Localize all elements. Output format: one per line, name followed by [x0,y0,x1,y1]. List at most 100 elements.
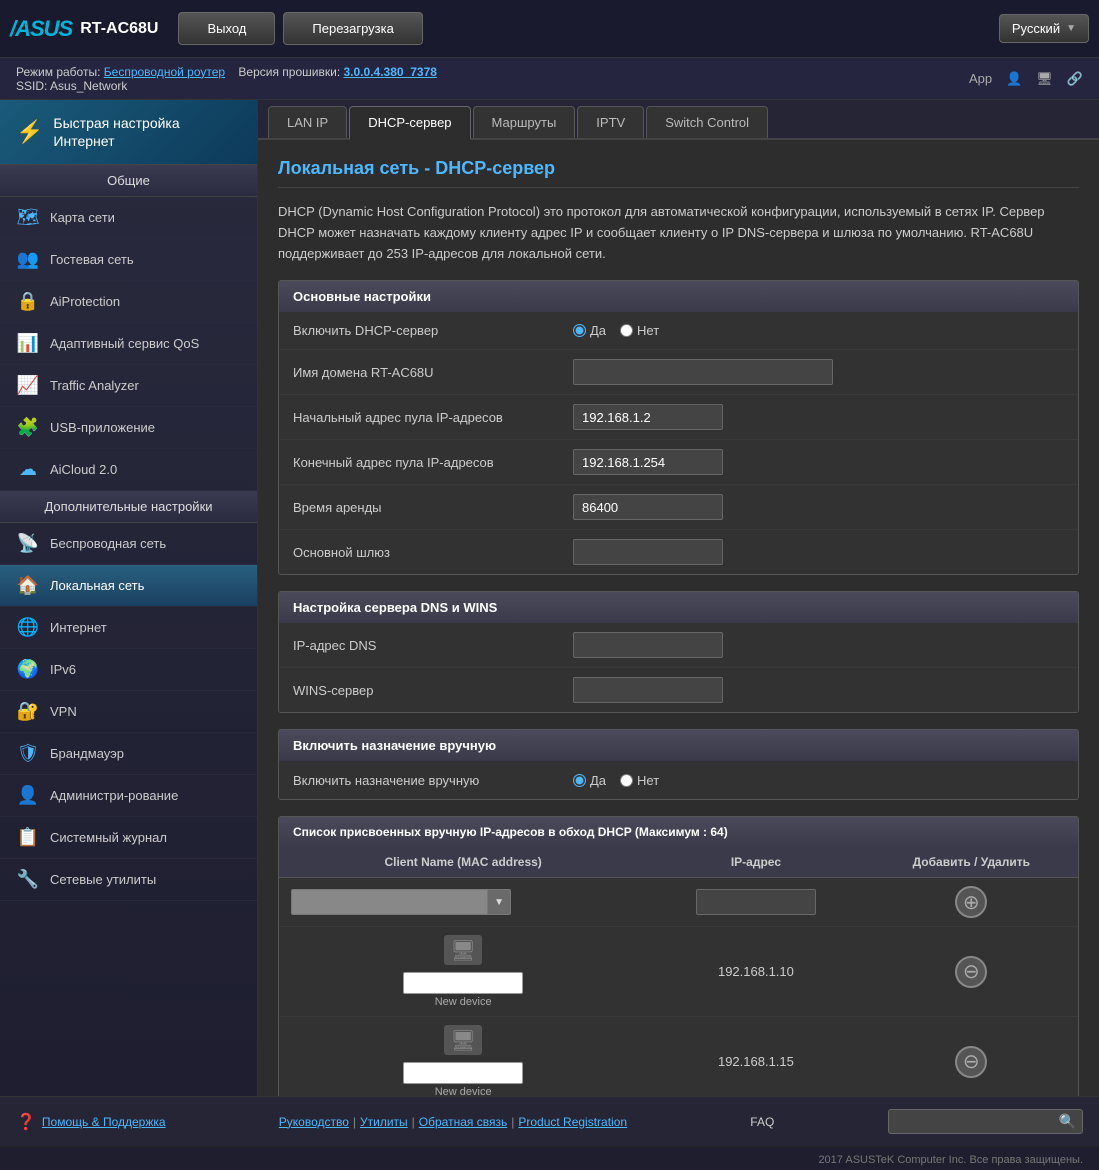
footer-search[interactable]: 🔍 [888,1109,1083,1134]
lan-icon: 🏠 [16,575,40,596]
sidebar-item-admin[interactable]: 👤 Администри-рование [0,775,257,817]
wins-label: WINS-сервер [293,683,573,698]
monitor-icon[interactable]: 🖥 [1036,71,1053,87]
dhcp-yes-radio[interactable] [573,324,586,337]
firmware-value[interactable]: 3.0.0.4.380_7378 [344,65,437,79]
gateway-input[interactable] [573,539,723,565]
dns-ip-label: IP-адрес DNS [293,638,573,653]
manual-assignment-body: Включить назначение вручную Да Нет [279,761,1078,799]
footer-search-input[interactable] [895,1115,1055,1129]
mode-value[interactable]: Беспроводной роутер [104,65,225,79]
table-row-empty: ▼ ⊕ [279,878,1078,927]
logout-button[interactable]: Выход [178,12,275,45]
manual-no-radio[interactable] [620,774,633,787]
pool-start-input[interactable] [573,404,723,430]
device-table: Client Name (MAC address) IP-адрес Добав… [279,847,1078,1096]
sidebar-item-usb-app-label: USB-приложение [50,420,155,435]
sidebar-item-tools[interactable]: 🔧 Сетевые утилиты [0,859,257,901]
aiprotection-icon: 🔒 [16,291,40,312]
dhcp-enable-label: Включить DHCP-сервер [293,323,573,338]
vpn-icon: 🔐 [16,701,40,722]
search-icon[interactable]: 🔍 [1059,1113,1076,1130]
lease-time-input[interactable] [573,494,723,520]
device1-name-input[interactable] [403,972,523,994]
top-buttons: Выход Перезагрузка [178,12,998,45]
sidebar-item-syslog[interactable]: 📋 Системный журнал [0,817,257,859]
device1-ip-cell: 192.168.1.10 [647,927,864,1017]
sidebar: ⚡ Быстрая настройка Интернет Общие 🗺 Кар… [0,100,258,1096]
tab-switch-control[interactable]: Switch Control [646,106,768,138]
device2-name-input[interactable] [403,1062,523,1084]
pool-end-row: Конечный адрес пула IP-адресов [279,440,1078,485]
remove-device1-button[interactable]: ⊖ [955,956,987,988]
product-link[interactable]: Product Registration [518,1115,627,1129]
sidebar-item-usb-app[interactable]: 🧩 USB-приложение [0,407,257,449]
language-selector[interactable]: Русский ▼ [999,14,1089,43]
dns-ip-input[interactable] [573,632,723,658]
gateway-control [573,539,723,565]
sidebar-item-aicloud[interactable]: ☁ AiCloud 2.0 [0,449,257,491]
reboot-button[interactable]: Перезагрузка [283,12,422,45]
col-client-header: Client Name (MAC address) [279,847,647,878]
language-label: Русский [1012,21,1060,36]
dhcp-no-radio[interactable] [620,324,633,337]
sidebar-item-guest-network[interactable]: 👥 Гостевая сеть [0,239,257,281]
sep2: | [412,1115,415,1129]
help-label[interactable]: Помощь & Поддержка [42,1115,166,1129]
sidebar-item-qos[interactable]: 📊 Адаптивный сервис QoS [0,323,257,365]
help-icon[interactable]: ❓ [16,1112,36,1132]
sidebar-item-wireless[interactable]: 📡 Беспроводная сеть [0,523,257,565]
tab-routes[interactable]: Маршруты [473,106,576,138]
utils-link[interactable]: Утилиты [360,1115,408,1129]
pool-start-control [573,404,723,430]
sidebar-item-aiprotection[interactable]: 🔒 AiProtection [0,281,257,323]
sidebar-item-ipv6[interactable]: 🌍 IPv6 [0,649,257,691]
pool-end-input[interactable] [573,449,723,475]
ip-address-input[interactable] [696,889,816,915]
domain-name-input[interactable] [573,359,833,385]
quick-setup-label: Быстрая настройка Интернет [53,114,241,150]
sidebar-item-qos-label: Адаптивный сервис QoS [50,336,199,351]
manual-yes-option[interactable]: Да [573,773,606,788]
dhcp-no-option[interactable]: Нет [620,323,659,338]
sidebar-item-lan[interactable]: 🏠 Локальная сеть [0,565,257,607]
manual-yes-radio[interactable] [573,774,586,787]
manual-no-option[interactable]: Нет [620,773,659,788]
dns-ip-control [573,632,723,658]
sidebar-item-firewall[interactable]: 🛡 Брандмауэр [0,733,257,775]
pool-end-control [573,449,723,475]
sidebar-item-network-map[interactable]: 🗺 Карта сети [0,197,257,239]
add-device-button[interactable]: ⊕ [955,886,987,918]
share-icon[interactable]: 🔗 [1067,71,1083,87]
device2-name-cell: 🖥 New device [279,1017,647,1096]
mac-dropdown-button[interactable]: ▼ [487,890,510,914]
main-layout: ⚡ Быстрая настройка Интернет Общие 🗺 Кар… [0,100,1099,1096]
mac-dropdown[interactable]: ▼ [291,889,511,915]
device2-ip-cell: 192.168.1.15 [647,1017,864,1096]
wins-input[interactable] [573,677,723,703]
sidebar-item-firewall-label: Брандмауэр [50,746,124,761]
dns-settings-body: IP-адрес DNS WINS-сервер [279,623,1078,712]
tools-icon: 🔧 [16,869,40,890]
firmware-label: Версия прошивки: [238,65,340,79]
device2-ip: 192.168.1.15 [718,1054,794,1069]
user-icon[interactable]: 👤 [1006,71,1022,87]
col-action-header: Добавить / Удалить [865,847,1078,878]
tab-dhcp[interactable]: DHCP-сервер [349,106,470,140]
sidebar-item-internet[interactable]: 🌐 Интернет [0,607,257,649]
dhcp-yes-option[interactable]: Да [573,323,606,338]
remove-device2-button[interactable]: ⊖ [955,1046,987,1078]
device1-name-cell: 🖥 New device [279,927,647,1017]
manual-assignment-header: Включить назначение вручную [279,730,1078,761]
manual-enable-control: Да Нет [573,773,659,788]
sidebar-item-vpn[interactable]: 🔐 VPN [0,691,257,733]
basic-settings-body: Включить DHCP-сервер Да Нет [279,312,1078,574]
quick-setup-icon: ⚡ [16,119,43,145]
tab-iptv[interactable]: IPTV [577,106,644,138]
tab-lan-ip[interactable]: LAN IP [268,106,347,138]
mac-address-input[interactable] [292,890,487,914]
quick-setup-item[interactable]: ⚡ Быстрая настройка Интернет [0,100,257,165]
feedback-link[interactable]: Обратная связь [419,1115,507,1129]
manual-link[interactable]: Руководство [279,1115,349,1129]
sidebar-item-traffic-analyzer[interactable]: 📈 Traffic Analyzer [0,365,257,407]
